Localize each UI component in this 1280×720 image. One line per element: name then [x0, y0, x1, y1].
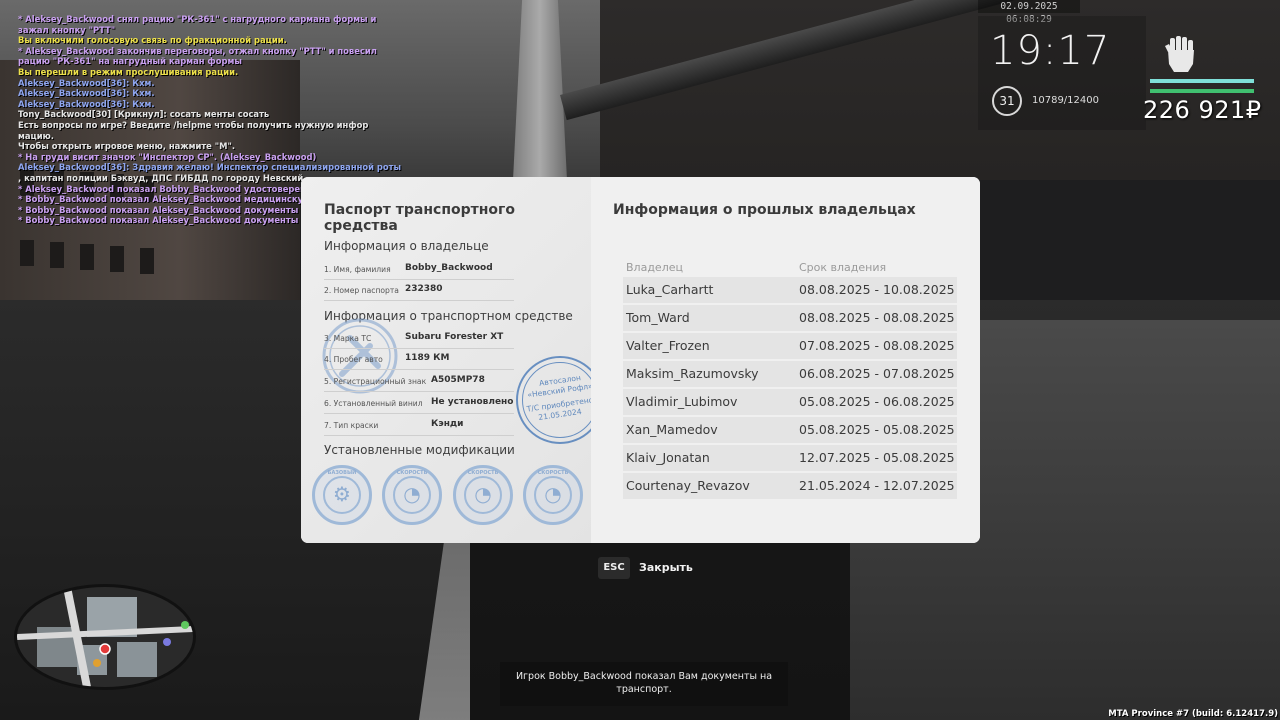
owner-section-title: Информация о владельце [324, 239, 489, 253]
mod-label: СКОРОСТЬ [467, 470, 499, 476]
chat-line: Aleksey_Backwood[36]: Кхм. [18, 98, 155, 109]
mod-label: СКОРОСТЬ [396, 470, 428, 476]
field-owner-name: 1. Имя, фамилия Bobby_Backwood [324, 262, 514, 280]
owner-period: 05.08.2025 - 05.08.2025 [799, 422, 955, 437]
field-label: 6. Установленный винил [324, 399, 423, 408]
field-label: 5. Регистрационный знак [324, 377, 427, 386]
field-value: Subaru Forester XT [405, 332, 504, 342]
field-label: 7. Тип краски [324, 421, 379, 430]
passport-title: Паспорт транспортного средства [324, 202, 515, 234]
owner-period: 21.05.2024 - 12.07.2025 [799, 478, 955, 493]
field-value: 232380 [405, 284, 443, 294]
field-label: 3. Марка ТС [324, 334, 372, 343]
mod-base-stamp: БАЗОВЫЙ ⚙ [312, 465, 372, 525]
speedometer-icon: ◔ [544, 482, 562, 506]
field-label: 2. Номер паспорта [324, 286, 399, 295]
mods-section-title: Установленные модификации [324, 443, 515, 457]
field-paint: 7. Тип краски Кэнди [324, 418, 514, 436]
hud-xp: 10789/12400 [1032, 95, 1099, 106]
owner-row: Courtenay_Revazov 21.05.2024 - 12.07.2025 [623, 473, 957, 499]
owner-name: Vladimir_Lubimov [626, 394, 738, 409]
owner-row: Vladimir_Lubimov 05.08.2025 - 06.08.2025 [623, 389, 957, 415]
field-label: 4. Пробег авто [324, 355, 383, 364]
owner-row: Klaiv_Jonatan 12.07.2025 - 05.08.2025 [623, 445, 957, 471]
mod-speed-stamp: СКОРОСТЬ ◔ [523, 465, 583, 525]
hud-datetime: 02.09.2025 06:08:29 [978, 0, 1080, 25]
chat-line: Чтобы открыть игровое меню, нажмите "M". [18, 141, 236, 152]
esc-key-hint[interactable]: ESC [598, 557, 630, 579]
owner-name: Maksim_Razumovsky [626, 366, 759, 381]
owners-table-header: Владелец Срок владения [626, 261, 956, 275]
owner-period: 08.08.2025 - 10.08.2025 [799, 282, 955, 297]
field-passport-number: 2. Номер паспорта 232380 [324, 283, 514, 301]
speedometer-icon: ◔ [403, 482, 421, 506]
mod-label: СКОРОСТЬ [537, 470, 569, 476]
vehicle-passport-dialog: Паспорт транспортного средства Информаци… [301, 177, 980, 543]
chat-line: Aleksey_Backwood[36]: Здравия желаю! Инс… [18, 162, 402, 173]
mod-label: БАЗОВЫЙ [327, 470, 357, 476]
chat-line: * Aleksey_Backwood снял рацию "РК-361" с… [18, 14, 377, 24]
chat-line: Вы перешли в режим прослушивания рации. [18, 66, 239, 77]
chat-line: * Aleksey_Backwood закончив переговоры, … [18, 45, 377, 56]
health-bar [1150, 79, 1254, 83]
field-plate: 5. Регистрационный знак A505MP78 [324, 374, 514, 392]
hud-money: 226 921₽ [1143, 96, 1262, 124]
minimap [14, 584, 196, 690]
hud-time: 19:17 [990, 28, 1111, 74]
mod-speed-stamp: СКОРОСТЬ ◔ [382, 465, 442, 525]
speedometer-icon: ◔ [474, 482, 492, 506]
owner-name: Xan_Mamedov [626, 422, 718, 437]
owner-row: Xan_Mamedov 05.08.2025 - 05.08.2025 [623, 417, 957, 443]
field-mileage: 4. Пробег авто 1189 КМ [324, 352, 514, 370]
build-info: MTA Province #7 (build: 6.12417.9) [1108, 709, 1278, 719]
passport-section: Паспорт транспортного средства Информаци… [301, 177, 604, 543]
field-value: A505MP78 [431, 375, 485, 385]
close-button[interactable]: Закрыть [639, 561, 693, 574]
chat-line: Aleksey_Backwood[36]: Кхм. [18, 77, 155, 88]
mod-speed-stamp: СКОРОСТЬ ◔ [453, 465, 513, 525]
field-value: Кэнди [431, 419, 464, 429]
owner-period: 06.08.2025 - 07.08.2025 [799, 366, 955, 381]
armor-bar [1150, 89, 1254, 93]
chat-line: мацию. [18, 130, 54, 141]
owner-period: 12.07.2025 - 05.08.2025 [799, 450, 955, 465]
field-value: 1189 КМ [405, 353, 450, 363]
chat-line: Есть вопросы по игре? Введите /helpme чт… [18, 119, 369, 130]
owner-row: Maksim_Razumovsky 06.08.2025 - 07.08.2025 [623, 361, 957, 387]
owner-name: Tom_Ward [626, 310, 690, 325]
field-brand: 3. Марка ТС Subaru Forester XT [324, 331, 514, 349]
chat-line: зажал кнопку "PTT" [18, 24, 116, 35]
chat-line: рацию "РК-361" на нагрудный карман формы [18, 56, 242, 67]
owner-name: Luka_Carhartt [626, 282, 714, 297]
field-value: Не установлено [431, 397, 514, 407]
owner-period: 07.08.2025 - 08.08.2025 [799, 338, 955, 353]
fist-icon [1165, 36, 1194, 72]
owner-row: Luka_Carhartt 08.08.2025 - 10.08.2025 [623, 277, 957, 303]
col-owner-header: Владелец [626, 261, 683, 274]
field-value: Bobby_Backwood [405, 263, 493, 273]
owner-row: Tom_Ward 08.08.2025 - 08.08.2025 [623, 305, 957, 331]
chat-line: Tony_Backwood[30] [Крикнул]: сосать мент… [18, 109, 270, 120]
notification-toast: Игрок Bobby_Backwood показал Вам докумен… [500, 662, 788, 706]
owner-period: 05.08.2025 - 06.08.2025 [799, 394, 955, 409]
owner-name: Valter_Frozen [626, 338, 710, 353]
owners-title: Информация о прошлых владельцах [613, 202, 916, 218]
col-period-header: Срок владения [799, 261, 887, 274]
gear-icon: ⚙ [333, 482, 351, 506]
owner-period: 08.08.2025 - 08.08.2025 [799, 310, 955, 325]
owner-row: Valter_Frozen 07.08.2025 - 08.08.2025 [623, 333, 957, 359]
minimap-render [17, 587, 193, 687]
owner-name: Courtenay_Revazov [626, 478, 750, 493]
chat-line: Вы включили голосовую связь по фракционн… [18, 35, 287, 46]
hud-level-badge: 31 [992, 86, 1022, 116]
field-vinyl: 6. Установленный винил Не установлено [324, 396, 514, 414]
field-label: 1. Имя, фамилия [324, 265, 391, 274]
owner-name: Klaiv_Jonatan [626, 450, 710, 465]
chat-line: * На груди висит значок "Инспектор СР". … [18, 151, 317, 162]
chat-line: Aleksey_Backwood[36]: Кхм. [18, 88, 155, 99]
